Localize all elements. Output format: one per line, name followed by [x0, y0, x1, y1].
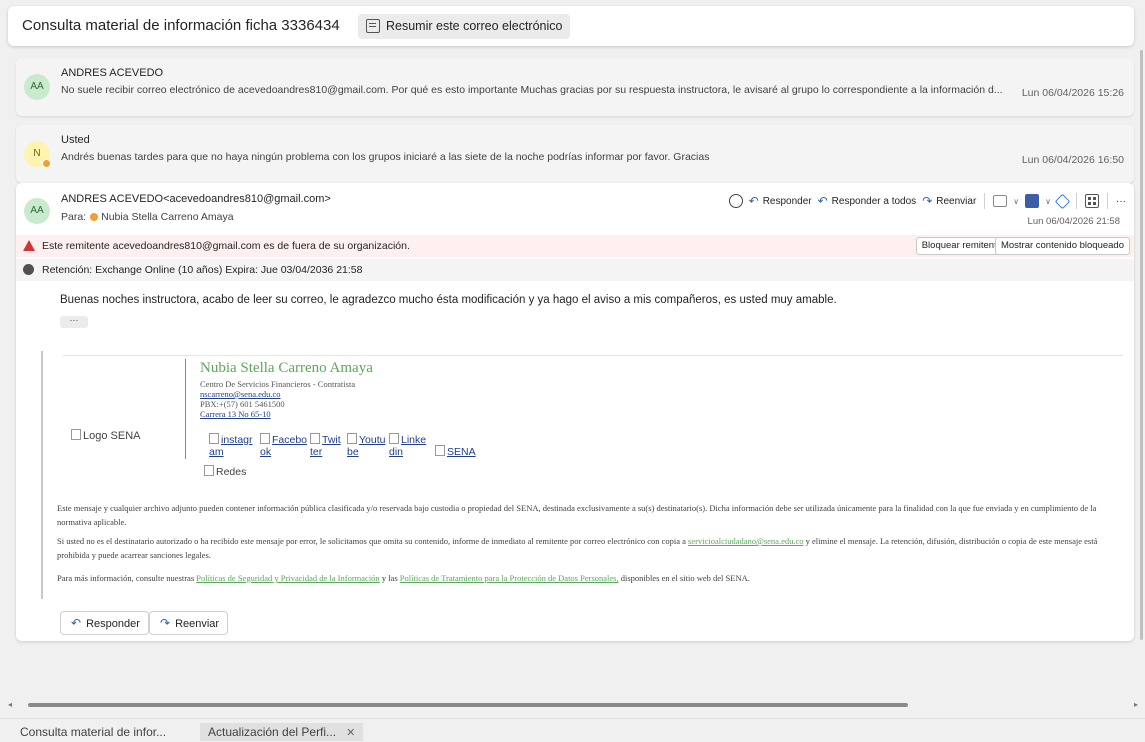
footer-forward-label: Reenviar	[175, 618, 220, 630]
disclaimer-paragraph: Este mensaje y cualquier archivo adjunto…	[57, 503, 1097, 527]
message-preview: No suele recibir correo electrónico de a…	[61, 84, 1003, 96]
youtube-link[interactable]: Youtu be	[347, 433, 385, 458]
facebook-link[interactable]: Facebo ok	[260, 433, 307, 458]
servicio-ciudadano-link[interactable]: servicioalciudadano@sena.edu.co	[688, 536, 803, 546]
forward-label: Reenviar	[936, 195, 977, 207]
presence-away-icon	[90, 213, 99, 221]
reply-all-icon: ↶	[817, 194, 828, 208]
instagram-link[interactable]: instagr am	[209, 433, 253, 458]
divider	[984, 193, 986, 209]
apps-grid-icon[interactable]	[1085, 194, 1099, 208]
sender-name: ANDRES ACEVEDO	[61, 67, 164, 79]
message-date: Lun 06/04/2026 16:50	[1021, 154, 1124, 166]
reply-icon: ↶	[748, 194, 759, 208]
tab-label: Consulta material de infor...	[20, 725, 167, 739]
divider	[63, 355, 1123, 356]
signature-role: Centro De Servicios Financieros - Contra…	[200, 379, 356, 389]
forward-icon: ↷	[160, 616, 171, 630]
recipient-line: Para: Nubia Stella Carreno Amaya	[61, 211, 234, 223]
expanded-message: AA ANDRES ACEVEDO<acevedoandres810@gmail…	[16, 183, 1134, 641]
footer-reply-button[interactable]: ↶ Responder	[60, 611, 149, 635]
reply-all-button[interactable]: ↶ Responder a todos	[818, 194, 917, 208]
more-actions-button[interactable]: ···	[1116, 196, 1126, 207]
forward-icon: ↷	[922, 194, 933, 208]
external-sender-warning: Este remitente acevedoandres810@gmail.co…	[16, 235, 1134, 257]
sender-name: Usted	[61, 134, 90, 146]
disclaimer-paragraph: Para más información, consulte nuestras …	[57, 573, 750, 583]
signature-name: Nubia Stella Carreno Amaya	[200, 360, 373, 376]
data-protection-policy-link[interactable]: Políticas de Tratamiento para la Protecc…	[400, 573, 619, 583]
tab-actualizacion[interactable]: Actualización del Perfi... ✕	[200, 723, 364, 741]
reply-button[interactable]: ↶ Responder	[749, 194, 812, 208]
reply-all-label: Responder a todos	[831, 195, 917, 207]
show-blocked-content-button[interactable]: Mostrar contenido bloqueado	[994, 237, 1130, 255]
mark-icon[interactable]	[993, 195, 1008, 207]
to-label: Para:	[61, 211, 87, 223]
close-icon[interactable]: ✕	[346, 727, 355, 739]
signature-address-link[interactable]: Carrera 13 No 65-10	[200, 409, 271, 419]
summarize-button[interactable]: Resumir este correo electrónico	[358, 14, 571, 39]
message-date: Lun 06/04/2026 21:58	[1027, 216, 1120, 227]
divider	[1107, 193, 1108, 209]
subject-bar: Consulta material de información ficha 3…	[8, 6, 1134, 46]
footer-reply-label: Responder	[86, 618, 140, 630]
email-subject: Consulta material de información ficha 3…	[22, 17, 340, 34]
retention-text: Retención: Exchange Online (10 años) Exp…	[42, 264, 363, 276]
avatar: AA	[24, 74, 50, 100]
tab-bar: Consulta material de infor... Actualizac…	[0, 718, 1145, 741]
copilot-icon[interactable]	[1054, 193, 1071, 209]
footer-forward-button[interactable]: ↷ Reenviar	[149, 611, 229, 635]
chevron-down-icon[interactable]: ∨	[1045, 197, 1051, 206]
signature-phone: PBX:+(57) 601 5461500	[200, 399, 285, 409]
vertical-scrollbar[interactable]	[1140, 50, 1143, 640]
app-icon[interactable]	[1025, 194, 1040, 208]
signature-block: Logo SENA Nubia Stella Carreno Amaya Cen…	[41, 351, 1126, 599]
presence-away-icon	[42, 159, 51, 168]
emoji-reaction-icon[interactable]	[728, 194, 743, 208]
scrollbar-thumb[interactable]	[28, 703, 908, 707]
forward-button[interactable]: ↷ Reenviar	[922, 194, 976, 208]
scroll-left-icon[interactable]: ◂	[8, 700, 12, 709]
privacy-policy-link[interactable]: Políticas de Seguridad y Privacidad de l…	[196, 573, 379, 583]
twitter-link[interactable]: Twit ter	[310, 433, 341, 458]
collapsed-message[interactable]: N Usted Andrés buenas tardes para que no…	[16, 125, 1134, 183]
divider	[1076, 193, 1077, 209]
tab-label: Actualización del Perfi...	[208, 725, 337, 739]
signature-email-link[interactable]: nscarreno@sena.edu.co	[200, 389, 281, 399]
recipient-name[interactable]: Nubia Stella Carreno Amaya	[101, 211, 234, 223]
sena-link[interactable]: SENA	[435, 445, 476, 458]
chevron-down-icon[interactable]: ∨	[1013, 197, 1019, 206]
linkedin-link[interactable]: Linke din	[389, 433, 426, 458]
collapsed-message[interactable]: AA ANDRES ACEVEDO No suele recibir corre…	[16, 58, 1134, 116]
warning-icon	[23, 240, 35, 251]
info-icon	[23, 264, 34, 275]
message-body: Buenas noches instructora, acabo de leer…	[60, 294, 837, 306]
scroll-right-icon[interactable]: ▸	[1134, 700, 1138, 709]
summary-icon	[366, 19, 380, 33]
reply-label: Responder	[762, 195, 812, 207]
summarize-label: Resumir este correo electrónico	[386, 19, 563, 33]
sender-address[interactable]: ANDRES ACEVEDO<acevedoandres810@gmail.co…	[61, 193, 331, 205]
reply-icon: ↶	[71, 616, 82, 630]
message-preview: Andrés buenas tardes para que no haya ni…	[61, 151, 710, 163]
message-date: Lun 06/04/2026 15:26	[1021, 87, 1124, 99]
signature-divider	[185, 359, 186, 459]
horizontal-scrollbar[interactable]: ◂ ▸	[8, 700, 1138, 710]
disclaimer-paragraph: Si usted no es el destinatario autorizad…	[57, 536, 1098, 560]
sena-logo-image: Logo SENA	[71, 429, 140, 442]
redes-image: Redes	[204, 465, 246, 478]
avatar: AA	[24, 198, 50, 224]
warning-text: Este remitente acevedoandres810@gmail.co…	[42, 240, 410, 252]
tab-consulta[interactable]: Consulta material de infor...	[12, 723, 174, 741]
show-trimmed-content-button[interactable]: ···	[60, 316, 88, 328]
retention-bar: Retención: Exchange Online (10 años) Exp…	[16, 259, 1134, 281]
message-actions: ↶ Responder ↶ Responder a todos ↷ Reenviar …	[728, 191, 1126, 211]
